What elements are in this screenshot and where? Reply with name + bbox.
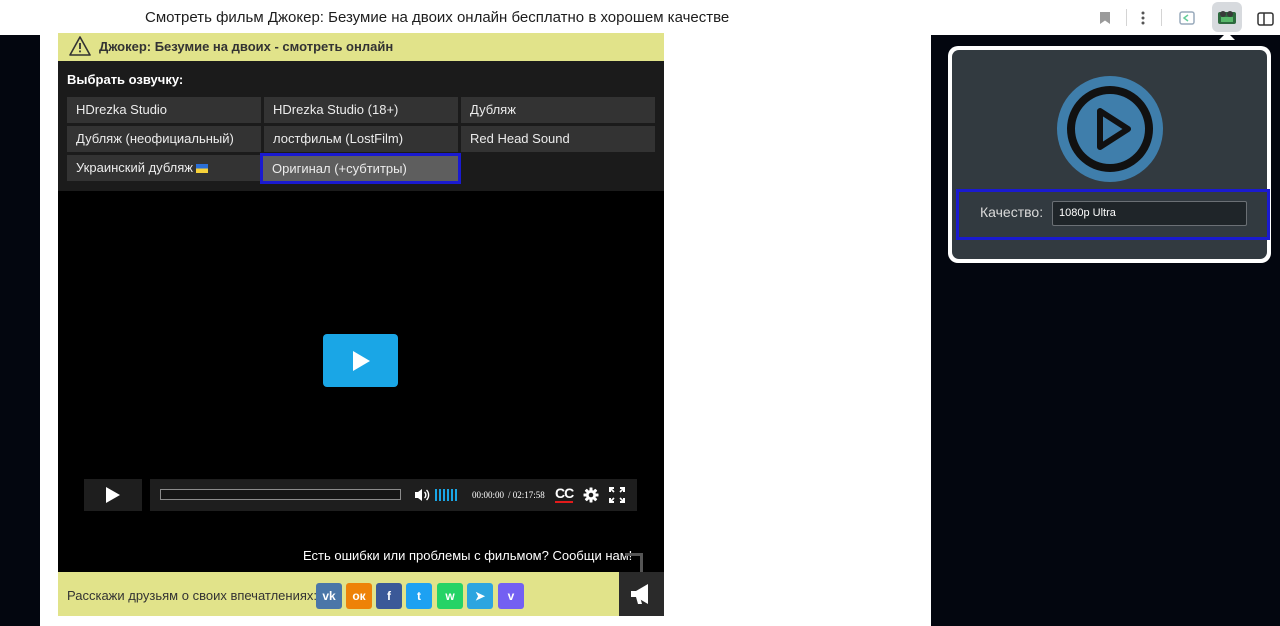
movie-title: Джокер: Безумие на двоих - смотреть онла… [99, 39, 394, 54]
play-icon [352, 350, 370, 371]
voice-option[interactable]: Дубляж [461, 97, 655, 123]
share-bar: Расскажи друзьям о своих впечатлениях: v… [58, 572, 619, 616]
more-options-icon[interactable] [1133, 8, 1153, 28]
warning-bar: Джокер: Безумие на двоих - смотреть онла… [58, 33, 664, 61]
voice-option[interactable]: лостфильм (LostFilm) [264, 126, 458, 152]
corner-bracket [625, 553, 643, 572]
quality-row: Качество: 1080p Ultra [956, 189, 1270, 240]
film-icon [1218, 11, 1236, 24]
voice-option[interactable]: Украинский дубляж [67, 155, 261, 181]
report-button[interactable] [619, 572, 664, 616]
viber-icon: v [507, 589, 515, 603]
voice-option[interactable]: Red Head Sound [461, 126, 655, 152]
telegram-icon: ➤ [474, 589, 486, 603]
voice-option[interactable]: Дубляж (неофициальный) [67, 126, 261, 152]
telegram-share-button[interactable]: ➤ [467, 583, 493, 609]
popup-pointer [1219, 32, 1235, 40]
popup-panel: Качество: 1080p Ultra [952, 50, 1270, 259]
video-player[interactable]: 00:00:00 / 02:17:58 CC Есть ошибки или п… [58, 191, 664, 572]
facebook-icon: f [387, 589, 391, 603]
ukraine-flag-icon [196, 164, 208, 173]
gear-icon[interactable] [583, 487, 599, 503]
quality-label: Качество: [980, 204, 1044, 220]
play-icon [106, 487, 120, 503]
voice-option-label: Украинский дубляж [76, 160, 193, 175]
voice-option[interactable]: HDrezka Studio [67, 97, 261, 123]
viber-share-button[interactable]: v [498, 583, 524, 609]
voice-option-selected[interactable]: Оригинал (+субтитры) [260, 153, 461, 184]
fullscreen-icon[interactable] [609, 487, 625, 503]
twitter-share-button[interactable]: t [406, 583, 432, 609]
player-controls: 00:00:00 / 02:17:58 CC [150, 479, 637, 511]
big-play-button[interactable] [323, 334, 398, 387]
ok-icon: ок [352, 589, 366, 603]
play-button[interactable] [84, 479, 142, 511]
extension-icon[interactable] [1177, 8, 1197, 28]
twitter-icon: t [417, 589, 421, 603]
tab-title: Смотреть фильм Джокер: Безумие на двоих … [145, 9, 730, 26]
duration: / 02:17:58 [508, 490, 545, 500]
popup-play-button[interactable] [1056, 75, 1164, 183]
volume-slider[interactable] [435, 489, 457, 501]
sidebar-toggle-icon[interactable] [1255, 8, 1275, 28]
subtitles-button[interactable]: CC [555, 486, 574, 503]
extension-popup: Качество: 1080p Ultra [948, 46, 1271, 263]
browser-toolbar: Смотреть фильм Джокер: Безумие на двоих … [0, 0, 1280, 35]
volume-icon[interactable] [414, 487, 430, 503]
voice-selector: Выбрать озвучку: HDrezka Studio HDrezka … [58, 61, 664, 191]
report-problem-link[interactable]: Есть ошибки или проблемы с фильмом? Сооб… [303, 548, 632, 563]
share-label: Расскажи друзьям о своих впечатлениях: [67, 588, 317, 603]
vk-icon: vk [322, 589, 336, 603]
megaphone-icon [630, 584, 648, 604]
bookmark-icon[interactable] [1095, 8, 1115, 28]
facebook-share-button[interactable]: f [376, 583, 402, 609]
whatsapp-icon: w [445, 589, 455, 603]
current-time: 00:00:00 [472, 490, 505, 500]
ok-share-button[interactable]: ок [346, 583, 372, 609]
toolbar-divider [1161, 9, 1162, 26]
voice-selector-title: Выбрать озвучку: [67, 72, 184, 87]
video-extension-button[interactable] [1212, 2, 1242, 32]
quality-select[interactable]: 1080p Ultra [1052, 201, 1247, 226]
voice-option[interactable]: HDrezka Studio (18+) [264, 97, 458, 123]
toolbar-divider [1126, 9, 1127, 26]
progress-bar[interactable] [160, 489, 401, 500]
vk-share-button[interactable]: vk [316, 583, 342, 609]
warning-icon [69, 36, 91, 56]
whatsapp-share-button[interactable]: w [437, 583, 463, 609]
